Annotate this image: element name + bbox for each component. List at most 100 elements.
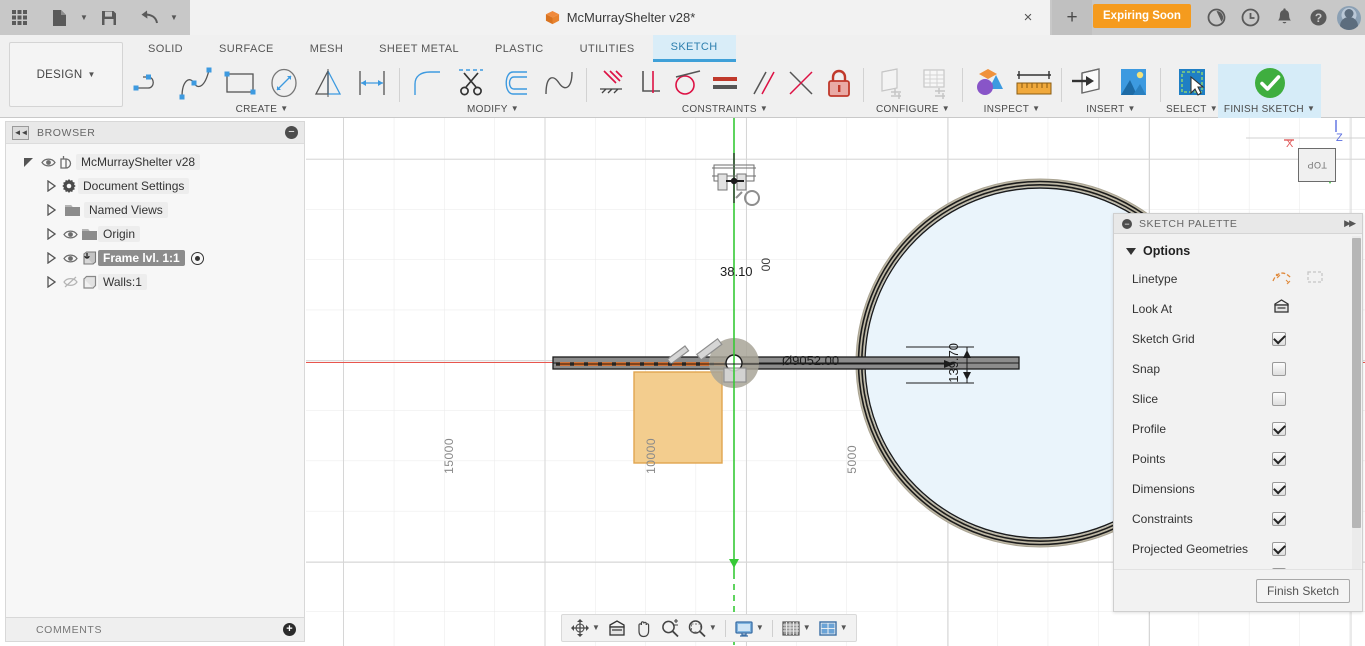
- palette-row-sketch-grid[interactable]: Sketch Grid: [1114, 324, 1362, 354]
- visibility-eye-icon[interactable]: [60, 229, 80, 240]
- active-sketch-radio-icon[interactable]: [190, 251, 204, 265]
- palette-row-snap[interactable]: Snap: [1114, 354, 1362, 384]
- recent-activity-icon[interactable]: [1235, 3, 1265, 33]
- points-checkbox[interactable]: [1272, 452, 1286, 466]
- chevron-down-icon[interactable]: ▼: [511, 105, 519, 113]
- configure-table-icon[interactable]: [913, 64, 957, 102]
- equal-constraint-icon[interactable]: [706, 64, 744, 102]
- projected-geometries-checkbox[interactable]: [1272, 542, 1286, 556]
- coincident-constraint-icon[interactable]: [592, 64, 630, 102]
- linetype-centerline-icon[interactable]: [1306, 269, 1324, 290]
- job-status-icon[interactable]: [1201, 3, 1231, 33]
- midpoint-constraint-icon[interactable]: [782, 64, 820, 102]
- trim-tool-icon[interactable]: [449, 64, 493, 102]
- insert-canvas-image-icon[interactable]: [1111, 64, 1155, 102]
- new-tab-button[interactable]: +: [1052, 0, 1092, 35]
- tree-item-origin[interactable]: Origin: [6, 222, 304, 246]
- select-window-icon[interactable]: [1170, 64, 1214, 102]
- tab-utilities[interactable]: UTILITIES: [562, 35, 653, 62]
- tab-solid[interactable]: SOLID: [130, 35, 201, 62]
- linetype-construction-icon[interactable]: [1272, 269, 1292, 290]
- spline-tool-icon[interactable]: [174, 64, 218, 102]
- minus-circle-icon[interactable]: −: [285, 126, 298, 139]
- slice-checkbox[interactable]: [1272, 392, 1286, 406]
- view-cube[interactable]: TOP: [1298, 148, 1336, 182]
- visibility-eye-icon[interactable]: [60, 253, 80, 264]
- configure-model-icon[interactable]: [869, 64, 913, 102]
- chevron-down-icon[interactable]: ▼: [1128, 105, 1136, 113]
- pan-hand-icon[interactable]: [631, 616, 656, 640]
- right-vertical-dimension-text[interactable]: 139.70: [946, 343, 961, 383]
- chevron-down-icon[interactable]: ▼: [592, 624, 600, 632]
- tab-plastic[interactable]: PLASTIC: [477, 35, 562, 62]
- rectangle-tool-icon[interactable]: [218, 64, 262, 102]
- circle-tool-icon[interactable]: [262, 64, 306, 102]
- visibility-eye-hidden-icon[interactable]: [60, 276, 80, 288]
- workspace-selector[interactable]: DESIGN ▼: [9, 42, 123, 107]
- close-icon[interactable]: ×: [1020, 9, 1036, 25]
- grid-snaps-icon[interactable]: ▼: [778, 616, 814, 640]
- chevron-down-icon[interactable]: ▼: [942, 105, 950, 113]
- palette-row-projected-geometries[interactable]: Projected Geometries: [1114, 534, 1362, 564]
- expand-arrow-icon[interactable]: [42, 180, 60, 192]
- profile-checkbox[interactable]: [1272, 422, 1286, 436]
- overlapping-dimension-text[interactable]: 00: [759, 258, 773, 271]
- chevron-down-icon[interactable]: ▼: [1210, 105, 1218, 113]
- fillet-tool-icon[interactable]: [405, 64, 449, 102]
- interference-icon[interactable]: [968, 64, 1012, 102]
- tab-surface[interactable]: SURFACE: [201, 35, 292, 62]
- offset-curve-icon[interactable]: [493, 64, 537, 102]
- undo-icon[interactable]: [134, 1, 164, 34]
- palette-row-points[interactable]: Points: [1114, 444, 1362, 474]
- chevron-down-icon[interactable]: ▼: [803, 624, 811, 632]
- tree-item-named-views[interactable]: Named Views: [6, 198, 304, 222]
- expand-arrow-icon[interactable]: [20, 156, 38, 168]
- constraints-checkbox[interactable]: [1272, 512, 1286, 526]
- minus-circle-icon[interactable]: −: [1122, 218, 1132, 229]
- chevron-down-icon[interactable]: ▼: [756, 624, 764, 632]
- options-section-header[interactable]: Options: [1114, 234, 1362, 264]
- palette-scrollbar-thumb[interactable]: [1352, 238, 1361, 528]
- dimensions-checkbox[interactable]: [1272, 482, 1286, 496]
- viewports-icon[interactable]: ▼: [815, 616, 851, 640]
- chevron-down-icon[interactable]: ▼: [280, 105, 288, 113]
- dock-forward-icon[interactable]: ▶▶: [1344, 218, 1356, 229]
- user-avatar[interactable]: [1337, 5, 1361, 30]
- perpendicular-constraint-icon[interactable]: [630, 64, 668, 102]
- measure-ruler-icon[interactable]: [1012, 64, 1056, 102]
- zoom-icon[interactable]: [657, 616, 683, 640]
- display-settings-icon[interactable]: ▼: [731, 616, 767, 640]
- apps-grid-icon[interactable]: [4, 1, 34, 34]
- palette-row-dimensions[interactable]: Dimensions: [1114, 474, 1362, 504]
- tree-item-root[interactable]: McMurrayShelter v28: [6, 150, 304, 174]
- expand-arrow-icon[interactable]: [42, 276, 60, 288]
- tab-sheet-metal[interactable]: SHEET METAL: [361, 35, 477, 62]
- expand-arrow-icon[interactable]: [42, 252, 60, 264]
- tree-item-document-settings[interactable]: Document Settings: [6, 174, 304, 198]
- look-at-icon[interactable]: [1272, 298, 1291, 320]
- insert-derive-icon[interactable]: [1067, 64, 1111, 102]
- break-curve-icon[interactable]: [537, 64, 581, 102]
- new-document-icon[interactable]: [44, 1, 74, 34]
- finish-sketch-check-icon[interactable]: [1234, 64, 1306, 102]
- mirror-tool-icon[interactable]: [306, 64, 350, 102]
- tab-sketch[interactable]: SKETCH: [652, 35, 736, 62]
- expand-arrow-icon[interactable]: [42, 228, 60, 240]
- offset-tool-icon[interactable]: [350, 64, 394, 102]
- diameter-dimension-text[interactable]: Ø9052.00: [782, 353, 839, 368]
- collapse-panel-icon[interactable]: ◄◄: [12, 125, 29, 140]
- comments-panel[interactable]: COMMENTS +: [5, 617, 305, 642]
- undo-dropdown-icon[interactable]: ▼: [166, 1, 182, 34]
- help-icon[interactable]: ?: [1303, 3, 1333, 33]
- chevron-down-icon[interactable]: ▼: [1032, 105, 1040, 113]
- palette-row-slice[interactable]: Slice: [1114, 384, 1362, 414]
- sketch-grid-checkbox[interactable]: [1272, 332, 1286, 346]
- notifications-bell-icon[interactable]: [1269, 3, 1299, 33]
- visibility-eye-icon[interactable]: [38, 157, 58, 168]
- parallel-constraint-icon[interactable]: [744, 64, 782, 102]
- palette-row-profile[interactable]: Profile: [1114, 414, 1362, 444]
- tree-item-frame-sketch[interactable]: Frame lvl. 1:1: [6, 246, 304, 270]
- finish-sketch-button[interactable]: Finish Sketch: [1255, 578, 1350, 603]
- new-document-dropdown-icon[interactable]: ▼: [76, 1, 92, 34]
- tree-item-walls[interactable]: Walls:1: [6, 270, 304, 294]
